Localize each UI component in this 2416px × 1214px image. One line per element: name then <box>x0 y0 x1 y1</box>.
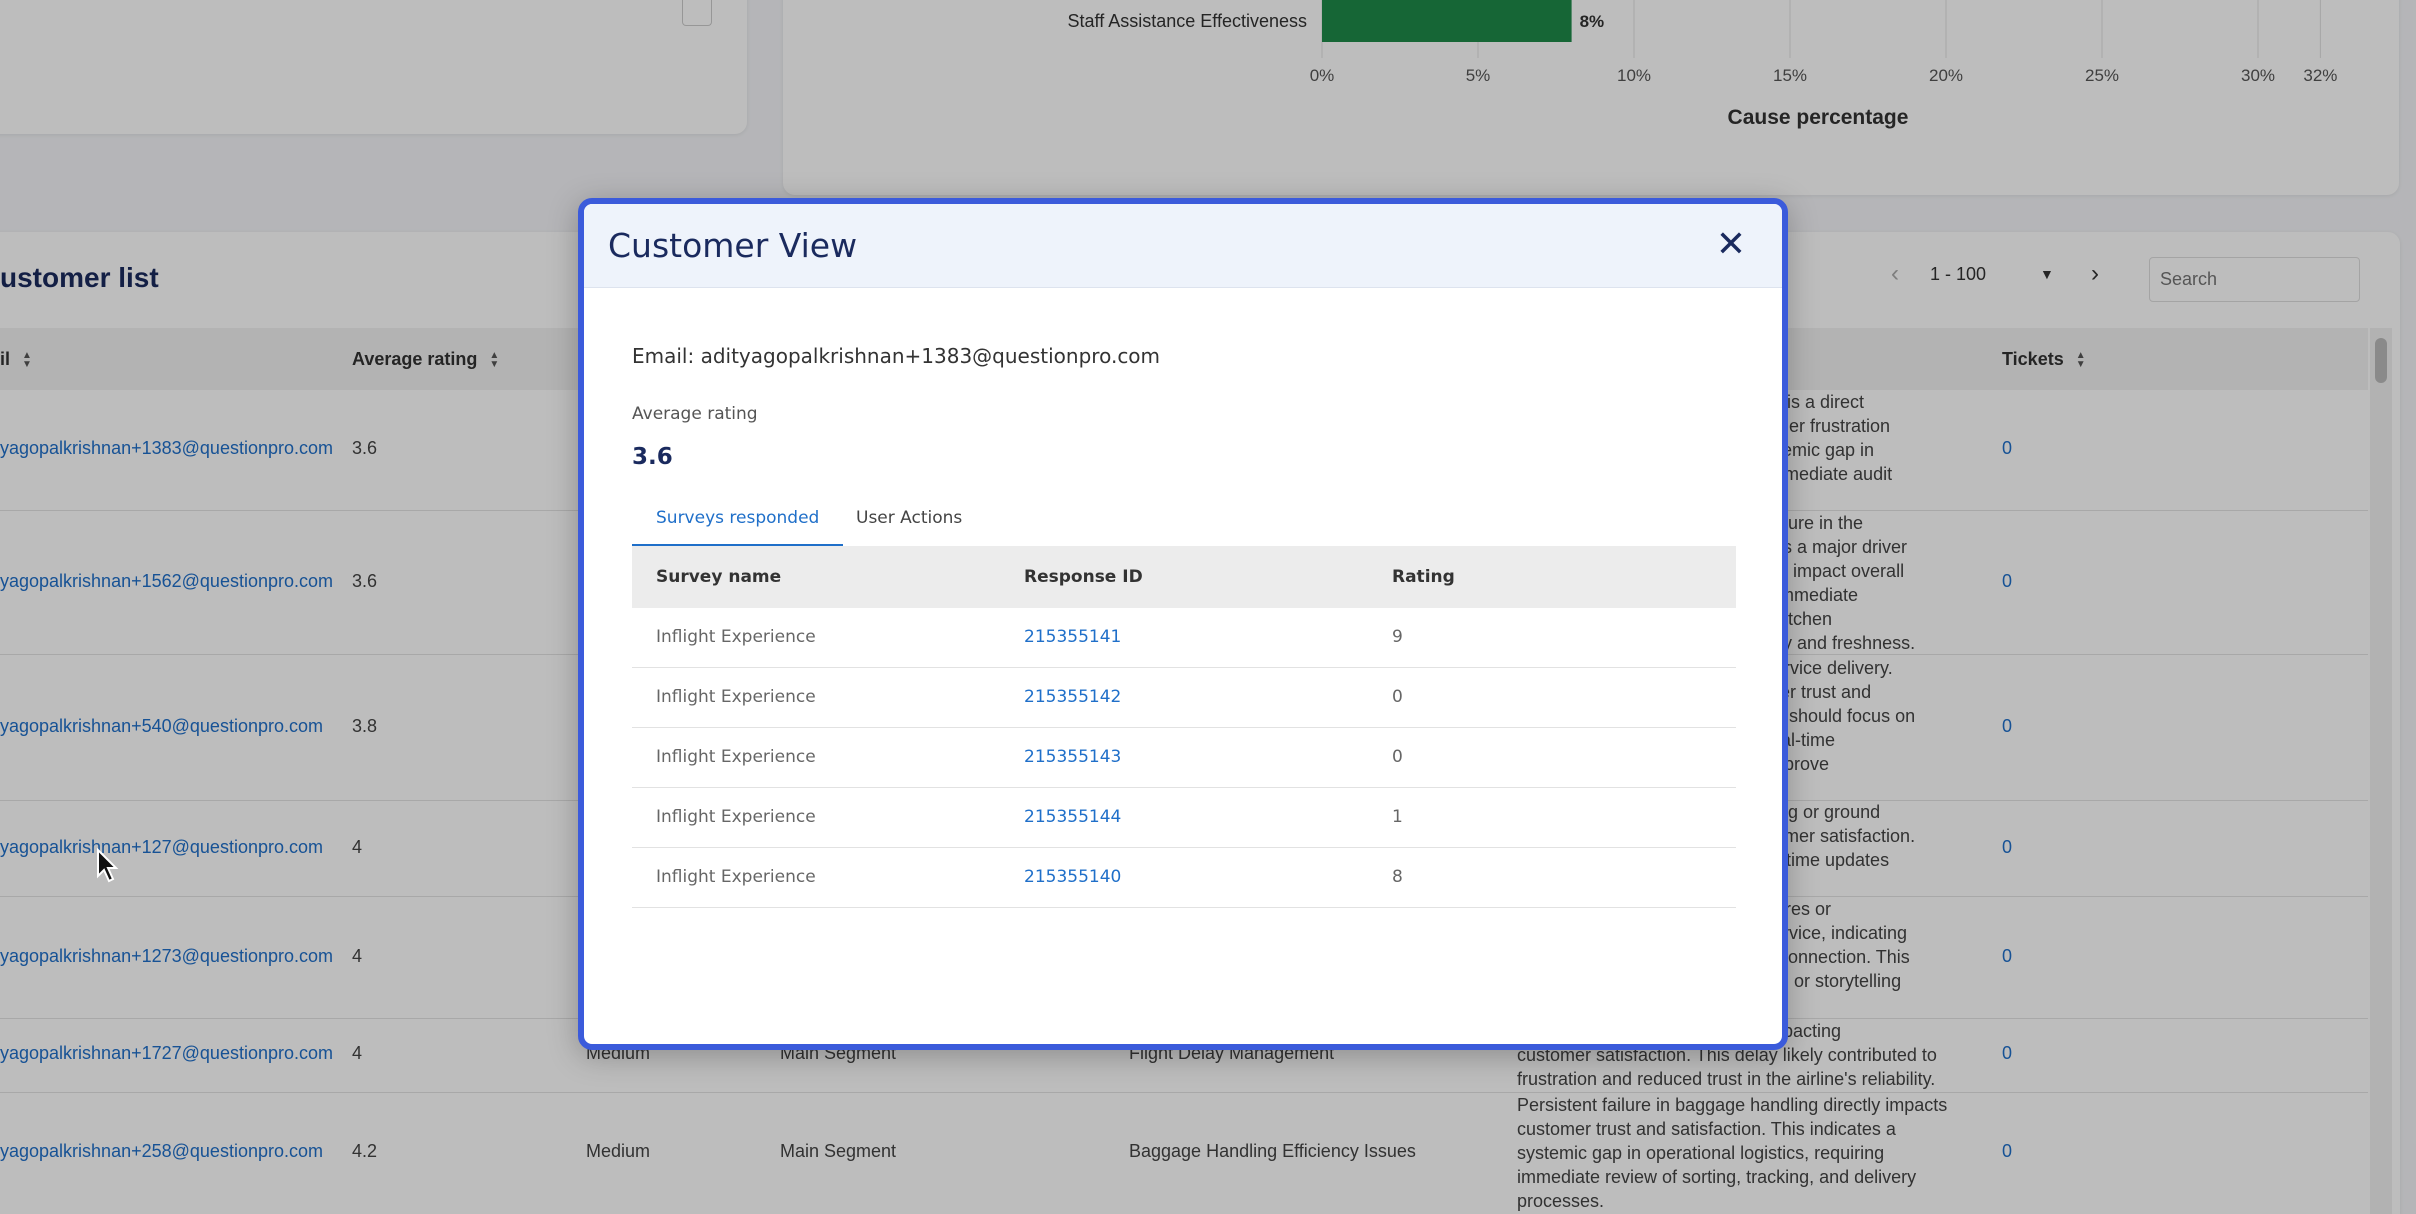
table-row: Inflight Experience 215355143 0 <box>632 728 1736 788</box>
rating-cell: 0 <box>1392 687 1403 707</box>
rating-cell: 9 <box>1392 627 1403 647</box>
tab-surveys-responded[interactable]: Surveys responded <box>632 506 844 546</box>
survey-name-cell: Inflight Experience <box>656 747 816 767</box>
table-row: Inflight Experience 215355142 0 <box>632 668 1736 728</box>
header-rating: Rating <box>1392 567 1455 587</box>
rating-cell: 1 <box>1392 807 1403 827</box>
tab-user-actions[interactable]: User Actions <box>832 506 986 546</box>
survey-name-cell: Inflight Experience <box>656 807 816 827</box>
rating-cell: 0 <box>1392 747 1403 767</box>
modal-header: Customer View ✕ <box>584 204 1782 288</box>
table-row: Inflight Experience 215355144 1 <box>632 788 1736 848</box>
header-response-id: Response ID <box>1024 567 1143 587</box>
average-rating-value: 3.6 <box>632 444 673 470</box>
response-id-link[interactable]: 215355144 <box>1024 807 1121 827</box>
close-icon[interactable]: ✕ <box>1716 224 1746 265</box>
response-id-link[interactable]: 215355142 <box>1024 687 1121 707</box>
customer-email: Email: adityagopalkrishnan+1383@question… <box>632 344 1161 368</box>
average-rating-label: Average rating <box>632 404 758 424</box>
rating-cell: 8 <box>1392 867 1403 887</box>
modal-tabs: Surveys responded User Actions <box>632 506 1736 546</box>
surveys-table-header: Survey name Response ID Rating <box>632 546 1736 608</box>
table-row: Inflight Experience 215355141 9 <box>632 608 1736 668</box>
response-id-link[interactable]: 215355143 <box>1024 747 1121 767</box>
survey-name-cell: Inflight Experience <box>656 867 816 887</box>
mouse-cursor-icon <box>97 848 119 883</box>
customer-view-modal: Customer View ✕ Email: adityagopalkrishn… <box>578 198 1788 1050</box>
response-id-link[interactable]: 215355140 <box>1024 867 1121 887</box>
modal-title: Customer View <box>608 226 858 265</box>
survey-name-cell: Inflight Experience <box>656 687 816 707</box>
table-row: Inflight Experience 215355140 8 <box>632 848 1736 908</box>
surveys-table: Survey name Response ID Rating Inflight … <box>632 546 1736 908</box>
survey-name-cell: Inflight Experience <box>656 627 816 647</box>
response-id-link[interactable]: 215355141 <box>1024 627 1121 647</box>
header-survey-name: Survey name <box>656 567 782 587</box>
